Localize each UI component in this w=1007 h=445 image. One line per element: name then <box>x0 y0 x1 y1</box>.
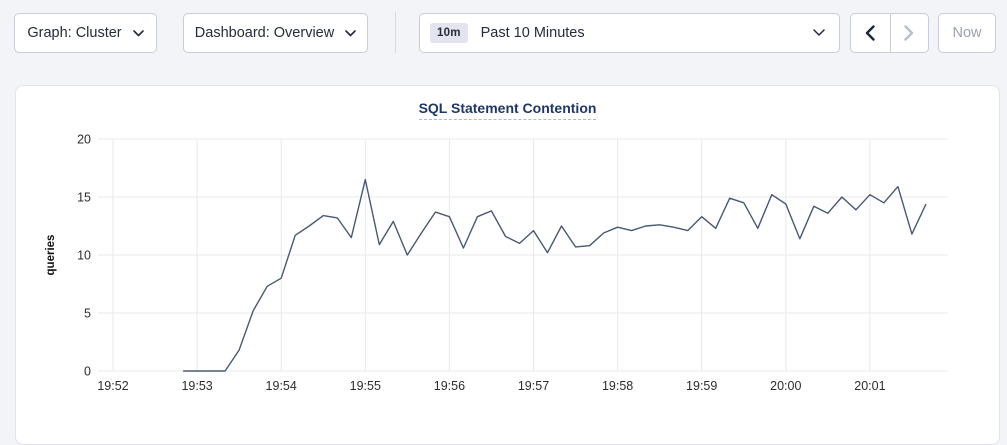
chart-panel: 0 5 10 15 20 19:52 19:53 19:54 19:55 19:56 19:57 19… <box>15 85 1000 445</box>
x-tick-label: 19:58 <box>602 379 633 393</box>
y-tick-label: 15 <box>77 191 91 205</box>
x-tick-label: 20:01 <box>854 379 885 393</box>
time-stepper <box>850 13 929 53</box>
now-button[interactable]: Now <box>938 13 996 53</box>
x-tick-label: 20:00 <box>770 379 801 393</box>
dashboard-dropdown[interactable]: Dashboard: Overview <box>183 13 368 53</box>
next-time-button[interactable] <box>890 14 929 52</box>
now-button-label: Now <box>952 25 981 41</box>
series-line <box>183 180 926 371</box>
x-tick-label: 19:59 <box>686 379 717 393</box>
y-axis-label: queries <box>45 235 57 276</box>
graph-dropdown[interactable]: Graph: Cluster <box>14 13 157 53</box>
chart-title-row: SQL Statement Contention <box>16 100 999 120</box>
x-tick-label: 19:54 <box>266 379 297 393</box>
time-range-picker[interactable]: 10m Past 10 Minutes <box>419 13 840 53</box>
time-range-label: Past 10 Minutes <box>481 25 585 41</box>
prev-time-button[interactable] <box>851 14 890 52</box>
toolbar-divider <box>395 12 396 53</box>
y-tick-label: 5 <box>84 307 91 321</box>
y-tick-label: 10 <box>77 249 91 263</box>
chevron-down-icon <box>345 30 356 37</box>
x-tick-label: 19:55 <box>350 379 381 393</box>
chart-title[interactable]: SQL Statement Contention <box>419 100 597 120</box>
chevron-right-icon <box>904 25 914 41</box>
y-tick-label: 20 <box>77 133 91 147</box>
dashboard-dropdown-label: Dashboard: Overview <box>195 25 334 41</box>
contention-chart[interactable]: 0 5 10 15 20 19:52 19:53 19:54 19:55 19:56 19:57 19… <box>16 86 1001 433</box>
graph-dropdown-label: Graph: Cluster <box>27 25 121 41</box>
x-tick-label: 19:52 <box>97 379 128 393</box>
y-tick-label: 0 <box>84 365 91 379</box>
x-tick-label: 19:57 <box>518 379 549 393</box>
time-range-badge: 10m <box>430 23 468 43</box>
chevron-down-icon <box>133 30 144 37</box>
chevron-left-icon <box>865 25 875 41</box>
chevron-down-icon <box>813 29 825 37</box>
x-tick-label: 19:56 <box>434 379 465 393</box>
x-tick-label: 19:53 <box>181 379 212 393</box>
